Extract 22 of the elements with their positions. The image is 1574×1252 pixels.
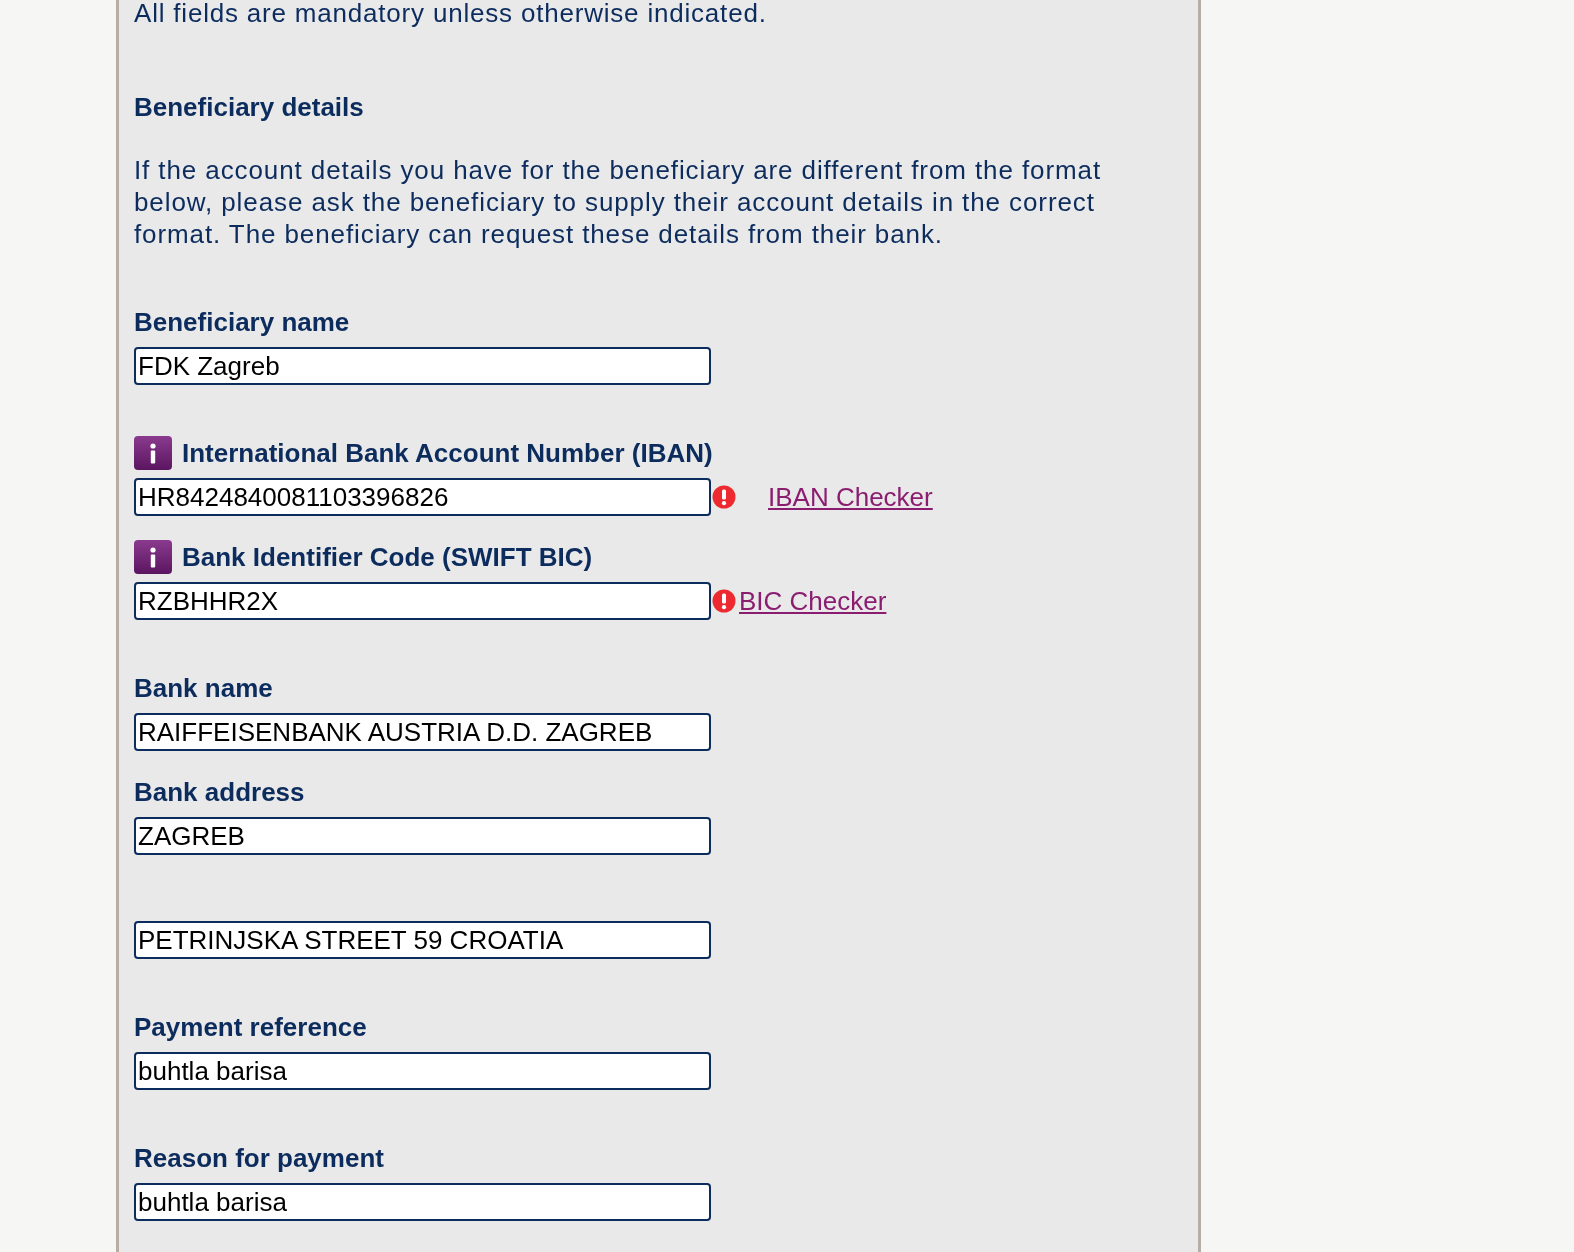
field-label: Reason for payment (134, 1143, 384, 1173)
section-heading: Beneficiary details (134, 92, 364, 122)
field-label: Payment reference (134, 1012, 367, 1042)
text-field[interactable]: HR8424840081103396826 (134, 478, 711, 516)
info-icon[interactable] (134, 540, 172, 574)
text-field[interactable]: RAIFFEISENBANK AUSTRIA D.D. ZAGREB (134, 713, 711, 751)
info-icon[interactable] (134, 436, 172, 470)
field-label: Bank name (134, 673, 273, 703)
field-label: Bank Identifier Code (SWIFT BIC) (182, 542, 593, 572)
checker-link[interactable]: IBAN Checker (768, 482, 933, 512)
field-label: International Bank Account Number (IBAN) (182, 438, 713, 468)
field-label: Beneficiary name (134, 307, 350, 337)
text-field[interactable]: FDK Zagreb (134, 347, 711, 385)
text-field[interactable]: buhtla barisa (134, 1052, 711, 1090)
checker-link[interactable]: BIC Checker (739, 586, 887, 616)
text-field[interactable]: buhtla barisa (134, 1183, 711, 1221)
description-text: If the account details you have for the beneficiary are different from the format below, please ask the beneficiary to supply their account details in the correct format. The beneficiary can request these details from their bank. (134, 154, 1103, 250)
field-label: Bank address (134, 777, 305, 807)
text-field[interactable]: ZAGREB (134, 817, 711, 855)
intro-text: All fields are mandatory unless otherwise indicated. (134, 0, 767, 26)
text-field[interactable]: PETRINJSKA STREET 59 CROATIA (134, 921, 711, 959)
text-field[interactable]: RZBHHR2X (134, 582, 711, 620)
